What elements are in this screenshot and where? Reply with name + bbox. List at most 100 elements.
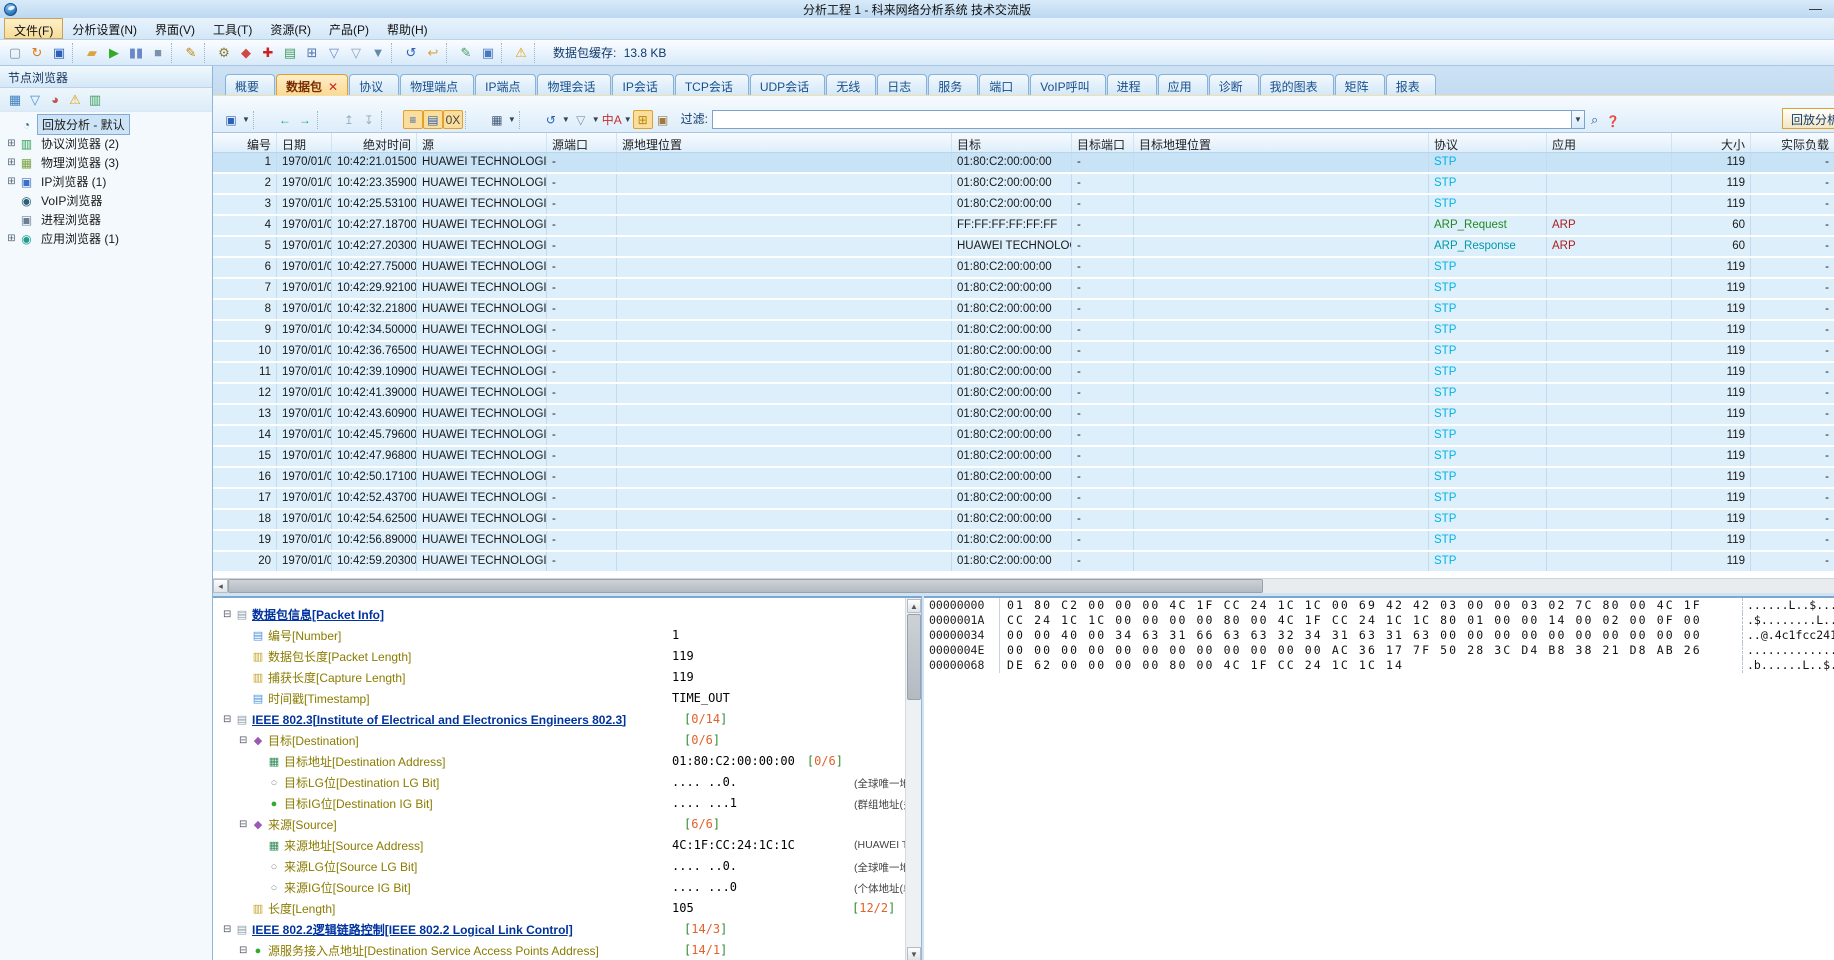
decode-charset-icon[interactable]: 中A [601, 110, 623, 129]
tab-port[interactable]: 端口 [979, 74, 1029, 95]
minimize-button[interactable]: — [1809, 1, 1822, 16]
column-header[interactable]: 实际负载 [1751, 133, 1834, 152]
chart-add-icon[interactable]: ▥ [85, 90, 105, 110]
tab-application[interactable]: 应用 [1158, 74, 1208, 95]
log-view-icon[interactable]: ▤ [279, 43, 301, 63]
table-row[interactable]: 13 1970/01/01 10:42:43.609000000 HUAWEI … [213, 405, 1834, 426]
edit-note-icon[interactable]: ✎ [455, 43, 477, 63]
column-header[interactable]: 应用 [1547, 133, 1672, 152]
table-row[interactable]: 8 1970/01/01 10:42:32.218000000 HUAWEI T… [213, 300, 1834, 321]
sep[interactable] [391, 43, 398, 63]
table-row[interactable]: 12 1970/01/01 10:42:41.390000000 HUAWEI … [213, 384, 1834, 405]
tab-my-charts[interactable]: 我的图表 [1260, 74, 1334, 95]
collapse-icon[interactable]: ⊟ [223, 924, 235, 935]
column-header[interactable]: 日期 [277, 133, 332, 152]
hex-row[interactable]: 00000000 01 80 C2 00 00 00 4C 1F CC 24 1… [924, 598, 1834, 613]
save-icon[interactable]: ▣ [48, 43, 70, 63]
expand-icon[interactable]: ⊞ [6, 138, 17, 149]
scroll-up-arrow-icon[interactable]: ▲ [907, 599, 921, 613]
field-destination-ig-bit[interactable]: ● 目标IG位[Destination IG Bit] .... ...1 (群… [213, 793, 905, 814]
sep[interactable] [501, 43, 508, 63]
field-source-lg-bit[interactable]: ○ 来源LG位[Source LG Bit] .... ..0. (全球唯一地址… [213, 856, 905, 877]
open-folder-icon[interactable]: ▰ [81, 43, 103, 63]
sep[interactable] [381, 111, 401, 129]
view-detail-icon[interactable]: ▤ [423, 110, 443, 129]
table-row[interactable]: 16 1970/01/01 10:42:50.171000000 HUAWEI … [213, 468, 1834, 489]
lock-columns-icon[interactable]: ▣ [653, 110, 673, 129]
table-row[interactable]: 10 1970/01/01 10:42:36.765000000 HUAWEI … [213, 342, 1834, 363]
analysis-object-icon[interactable]: ⚙ [213, 43, 235, 63]
hex-row[interactable]: 0000004E 00 00 00 00 00 00 00 00 00 00 0… [924, 643, 1834, 658]
collapse-icon[interactable]: ⊟ [223, 609, 235, 620]
menu-help[interactable]: 帮助(H) [378, 18, 437, 39]
column-header[interactable]: 绝对时间 [332, 133, 417, 152]
filter-dropdown-icon[interactable]: ▼ [1572, 110, 1585, 129]
search-icon[interactable]: ⌕ [1591, 112, 1598, 128]
field-dsap[interactable]: ⊟ ● 源服务接入点地址[Destination Service Access … [213, 940, 905, 960]
menu-analysis-settings[interactable]: 分析设置(N) [63, 18, 146, 39]
menu-tools[interactable]: 工具(T) [204, 18, 261, 39]
sep[interactable] [317, 111, 337, 129]
hex-options-icon[interactable]: ▦ [487, 110, 507, 129]
table-row[interactable]: 6 1970/01/01 10:42:27.750000000 HUAWEI T… [213, 258, 1834, 279]
table-row[interactable]: 14 1970/01/01 10:42:45.796000000 HUAWEI … [213, 426, 1834, 447]
field-destination-address[interactable]: ▦ 目标地址[Destination Address] 01:80:C2:00:… [213, 751, 905, 772]
view-hex-icon[interactable]: 0X [443, 110, 463, 129]
table-row[interactable]: 4 1970/01/01 10:42:27.187000000 HUAWEI T… [213, 216, 1834, 237]
collapse-icon[interactable]: ⊟ [239, 945, 251, 956]
field-capture-length[interactable]: ▥ 捕获长度[Capture Length] 119 [213, 667, 905, 688]
expand-icon[interactable]: ⊞ [6, 157, 17, 168]
tree-app-explorer[interactable]: ⊞ ◉ 应用浏览器 (1) [0, 229, 212, 248]
tree-process-explorer[interactable]: ▣ 进程浏览器 [0, 210, 212, 229]
field-length[interactable]: ▥ 长度[Length] 105 [12/2] [213, 898, 905, 919]
analysis-profile-icon[interactable]: ✎ [180, 43, 202, 63]
filter-input[interactable] [712, 110, 1572, 129]
copy-docs-icon[interactable]: ▣ [477, 43, 499, 63]
column-header[interactable]: 源地理位置 [617, 133, 952, 152]
tab-udp-conversation[interactable]: UDP会话 [750, 74, 825, 95]
tab-wireless[interactable]: 无线 [826, 74, 876, 95]
hex-row[interactable]: 0000001A CC 24 1C 1C 00 00 00 00 80 00 4… [924, 613, 1834, 628]
help-icon[interactable]: ❓ [1606, 115, 1620, 128]
column-header[interactable]: 目标 [952, 133, 1072, 152]
field-source[interactable]: ⊟ ◆ 来源[Source] [6/6] [213, 814, 905, 835]
vertical-scrollbar[interactable]: ▲ ▼ [905, 598, 921, 960]
tab-diagnosis[interactable]: 诊断 [1209, 74, 1259, 95]
field-packet-info[interactable]: ⊟ ▤ 数据包信息[Packet Info] [213, 604, 905, 625]
tree-replay-analysis[interactable]: ◔ 回放分析 - 默认 [0, 115, 212, 134]
scroll-down-arrow-icon[interactable]: ▼ [907, 947, 921, 960]
reopen-icon[interactable]: ↻ [26, 43, 48, 63]
dropdown-icon[interactable]: ▼ [561, 110, 571, 129]
sep[interactable] [534, 43, 541, 63]
new-project-icon[interactable]: ▢ [4, 43, 26, 63]
field-number[interactable]: ▤ 编号[Number] 1 [213, 625, 905, 646]
next-packet-icon[interactable]: → [295, 110, 315, 129]
tab-tcp-conversation[interactable]: TCP会话 [675, 74, 749, 95]
tree-physical-explorer[interactable]: ⊞ ▦ 物理浏览器 (3) [0, 153, 212, 172]
tab-service[interactable]: 服务 [928, 74, 978, 95]
add-log-icon[interactable]: ✚ [257, 43, 279, 63]
column-header[interactable]: 协议 [1429, 133, 1547, 152]
tab-ip-endpoint[interactable]: IP端点 [475, 74, 536, 95]
sep[interactable] [171, 43, 178, 63]
update-icon[interactable]: ↺ [541, 110, 561, 129]
tab-log[interactable]: 日志 [877, 74, 927, 95]
node-graph-icon[interactable]: ⊞ [301, 43, 323, 63]
field-source-address[interactable]: ▦ 来源地址[Source Address] 4C:1F:CC:24:1C:1C… [213, 835, 905, 856]
bookmark-down-icon[interactable]: ↧ [359, 110, 379, 129]
column-header[interactable]: 大小 [1672, 133, 1751, 152]
stop-capture-icon[interactable]: ■ [147, 43, 169, 63]
tab-summary[interactable]: 概要 [225, 74, 275, 95]
expand-icon[interactable]: ⊞ [6, 233, 17, 244]
alarm-add-icon[interactable]: ⚠ [65, 90, 85, 110]
tab-process[interactable]: 进程 [1107, 74, 1157, 95]
table-row[interactable]: 11 1970/01/01 10:42:39.109000000 HUAWEI … [213, 363, 1834, 384]
sep[interactable] [465, 111, 485, 129]
tab-physical-endpoint[interactable]: 物理端点 [400, 74, 474, 95]
filter-funnel-icon[interactable]: ▽ [571, 110, 591, 129]
collapse-icon[interactable]: ⊟ [239, 735, 251, 746]
view-list-icon[interactable]: ≡ [403, 110, 423, 129]
tab-matrix[interactable]: 矩阵 [1335, 74, 1385, 95]
hex-row[interactable]: 00000034 00 00 40 00 34 63 31 66 63 63 3… [924, 628, 1834, 643]
tree-voip-explorer[interactable]: ◉ VoIP浏览器 [0, 191, 212, 210]
